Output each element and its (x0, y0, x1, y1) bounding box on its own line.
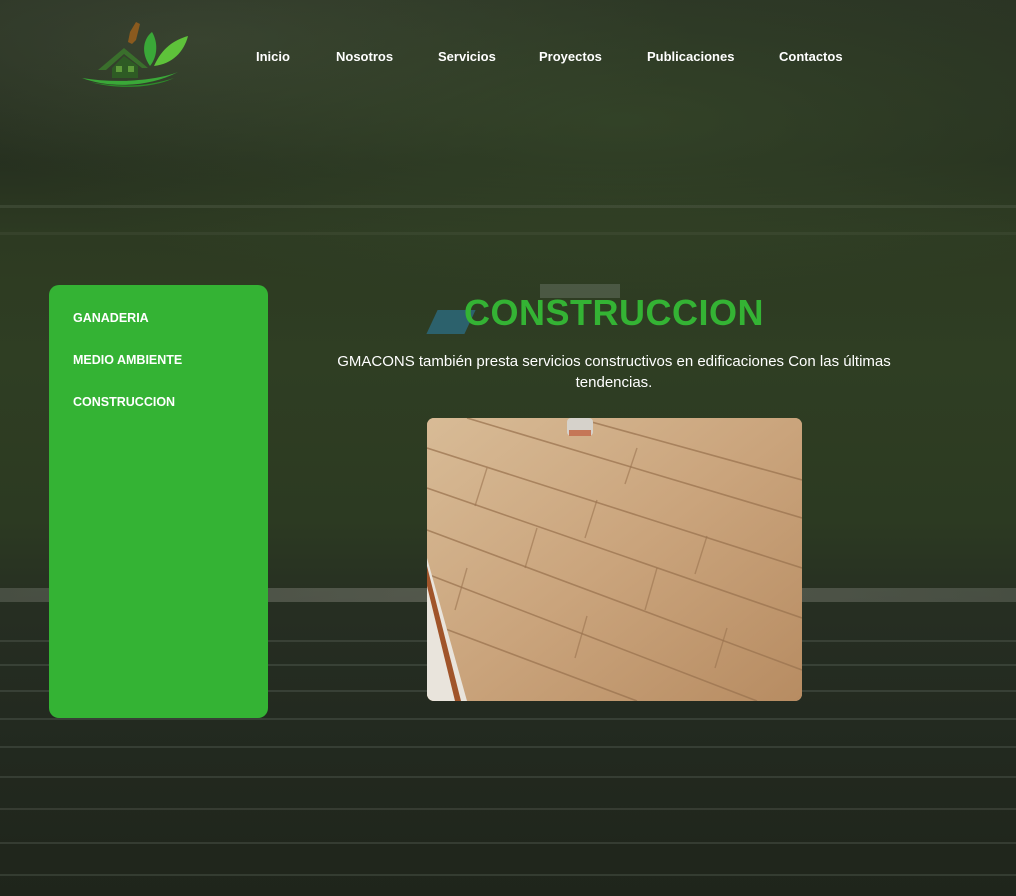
nav-item-servicios[interactable]: Servicios (438, 49, 496, 64)
nav-item-publicaciones[interactable]: Publicaciones (647, 49, 734, 64)
wood-floor-photo-icon (427, 418, 802, 701)
page-description: GMACONS también presta servicios constru… (337, 353, 891, 391)
nav-item-contactos[interactable]: Contactos (779, 49, 843, 64)
nav-item-proyectos[interactable]: Proyectos (539, 49, 602, 64)
wood-floor-photo (427, 418, 802, 701)
sidebar-item-medio-ambiente[interactable]: MEDIO AMBIENTE (73, 352, 268, 394)
sidebar-item-construccion[interactable]: CONSTRUCCION (73, 394, 268, 436)
main-nav: Inicio Nosotros Servicios Proyectos Publ… (0, 49, 1016, 69)
page-title: CONSTRUCCION (464, 292, 764, 333)
nav-item-nosotros[interactable]: Nosotros (336, 49, 393, 64)
nav-item-inicio[interactable]: Inicio (256, 49, 290, 64)
services-sidebar: GANADERIA MEDIO AMBIENTE CONSTRUCCION (49, 285, 268, 718)
sidebar-item-ganaderia[interactable]: GANADERIA (73, 310, 268, 352)
